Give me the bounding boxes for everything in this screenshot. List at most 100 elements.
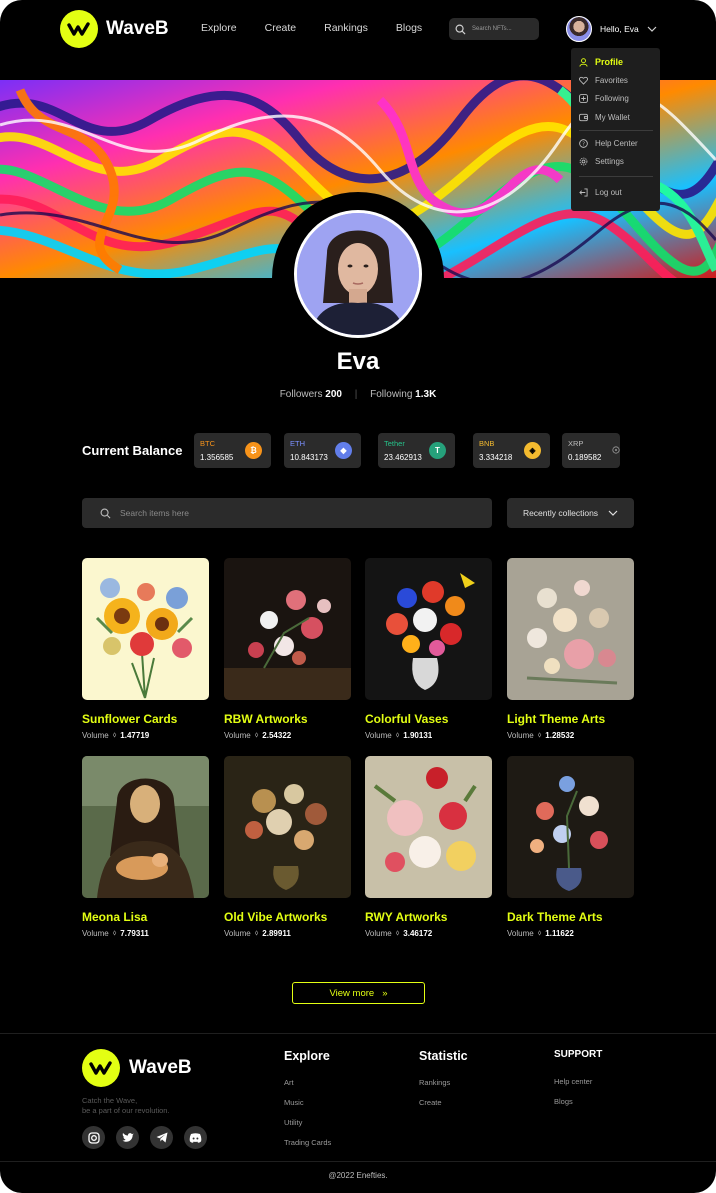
discord-icon[interactable] bbox=[184, 1126, 207, 1149]
nav-item-explore[interactable]: Explore bbox=[201, 22, 237, 34]
volume-value: 1.28532 bbox=[545, 730, 575, 740]
menu-divider bbox=[579, 176, 653, 177]
collection-card[interactable]: Colorful Vases Volume ⬨ 1.90131 bbox=[365, 558, 492, 740]
nft-search-input[interactable]: Search NFTs... bbox=[449, 18, 539, 40]
volume-label: Volume bbox=[507, 730, 534, 740]
volume-label: Volume bbox=[365, 730, 392, 740]
menu-item-help-center[interactable]: ? Help Center bbox=[579, 139, 638, 148]
nav-item-blogs[interactable]: Blogs bbox=[396, 22, 422, 34]
collection-card[interactable]: Old Vibe Artworks Volume ⬨ 2.89911 bbox=[224, 756, 351, 938]
coin-card-btc[interactable]: BTC 1.356585 ₿ bbox=[194, 433, 271, 468]
footer-link-trading-cards[interactable]: Trading Cards bbox=[284, 1138, 331, 1147]
profile-name: Eva bbox=[336, 348, 380, 375]
wallet-icon bbox=[579, 113, 588, 122]
volume-value: 3.46172 bbox=[403, 928, 433, 938]
coin-name: BTC bbox=[200, 439, 215, 448]
nav-item-rankings[interactable]: Rankings bbox=[324, 22, 368, 34]
collection-image-old-vibe bbox=[224, 756, 351, 898]
footer-link-music[interactable]: Music bbox=[284, 1098, 331, 1107]
collection-title: RBW Artworks bbox=[224, 712, 308, 726]
menu-item-favorites[interactable]: Favorites bbox=[579, 76, 628, 85]
bitcoin-icon: ₿ bbox=[245, 442, 262, 459]
ethereum-icon: ⬨ bbox=[537, 928, 542, 937]
view-more-label: View more bbox=[329, 987, 375, 999]
collection-card[interactable]: Meona Lisa Volume ⬨ 7.79311 bbox=[82, 756, 209, 938]
page: WaveB Explore Create Rankings Blogs Sear… bbox=[0, 0, 716, 1193]
menu-item-following[interactable]: Following bbox=[579, 94, 629, 103]
logout-icon bbox=[579, 188, 588, 197]
chevron-down-icon bbox=[647, 26, 657, 32]
coin-value: 23.462913 bbox=[384, 453, 422, 462]
nav-item-create[interactable]: Create bbox=[265, 22, 297, 34]
collection-title: RWY Artworks bbox=[365, 910, 448, 924]
footer-link-art[interactable]: Art bbox=[284, 1078, 331, 1087]
profile-avatar bbox=[294, 210, 422, 338]
footer-link-create[interactable]: Create bbox=[419, 1098, 468, 1107]
wave-logo-icon bbox=[82, 1049, 120, 1087]
volume-value: 2.89911 bbox=[262, 928, 291, 938]
coin-value: 10.843173 bbox=[290, 453, 328, 462]
menu-item-logout[interactable]: Log out bbox=[579, 188, 622, 197]
menu-item-wallet[interactable]: My Wallet bbox=[579, 113, 630, 122]
sort-label: Recently collections bbox=[522, 508, 599, 518]
gear-icon bbox=[579, 157, 588, 166]
bnb-icon: ◈ bbox=[524, 442, 541, 459]
tagline-line-2: be a part of our revolution. bbox=[82, 1106, 170, 1115]
items-search-input[interactable]: Search items here bbox=[82, 498, 492, 528]
volume-label: Volume bbox=[365, 928, 392, 938]
collection-title: Old Vibe Artworks bbox=[224, 910, 328, 924]
footer-logo[interactable]: WaveB bbox=[82, 1049, 192, 1087]
twitter-icon[interactable] bbox=[116, 1126, 139, 1149]
footer-link-blogs[interactable]: Blogs bbox=[554, 1097, 602, 1106]
double-chevron-right-icon: » bbox=[382, 987, 388, 999]
view-more-button[interactable]: View more » bbox=[292, 982, 425, 1004]
collection-image-dark-theme bbox=[507, 756, 634, 898]
collection-image-light-theme bbox=[507, 558, 634, 700]
coin-card-tether[interactable]: Tether 23.462913 T bbox=[378, 433, 455, 468]
collection-image-meona-lisa bbox=[82, 756, 209, 898]
coin-name: ETH bbox=[290, 439, 305, 448]
collection-image-vases bbox=[365, 558, 492, 700]
followers-count: 200 bbox=[325, 389, 342, 400]
collection-image-rwy bbox=[365, 756, 492, 898]
footer-link-rankings[interactable]: Rankings bbox=[419, 1078, 468, 1087]
collection-volume: Volume ⬨ 3.46172 bbox=[365, 928, 492, 938]
collection-card[interactable]: Dark Theme Arts Volume ⬨ 1.11622 bbox=[507, 756, 634, 938]
search-icon bbox=[100, 508, 111, 518]
menu-item-label: Following bbox=[595, 94, 629, 103]
items-search-placeholder: Search items here bbox=[120, 508, 189, 518]
xrp-icon bbox=[612, 446, 620, 454]
footer-bottom-divider bbox=[0, 1161, 716, 1162]
collection-card[interactable]: Sunflower Cards Volume ⬨ 1.47719 bbox=[82, 558, 209, 740]
tether-icon: T bbox=[429, 442, 446, 459]
coin-value: 0.189582 bbox=[568, 453, 602, 462]
collection-image-sunflower bbox=[82, 558, 209, 700]
collection-card[interactable]: Light Theme Arts Volume ⬨ 1.28532 bbox=[507, 558, 634, 740]
collection-card[interactable]: RWY Artworks Volume ⬨ 3.46172 bbox=[365, 756, 492, 938]
collection-title: Meona Lisa bbox=[82, 910, 148, 924]
collection-card[interactable]: RBW Artworks Volume ⬨ 2.54322 bbox=[224, 558, 351, 740]
coin-card-bnb[interactable]: BNB 3.334218 ◈ bbox=[473, 433, 550, 468]
menu-item-label: Settings bbox=[595, 157, 624, 166]
coin-card-eth[interactable]: ETH 10.843173 ◆ bbox=[284, 433, 361, 468]
menu-item-settings[interactable]: Settings bbox=[579, 157, 624, 166]
telegram-icon[interactable] bbox=[150, 1126, 173, 1149]
volume-value: 1.47719 bbox=[120, 730, 150, 740]
user-dropdown-menu: Profile Favorites Following My Wallet ? … bbox=[571, 48, 660, 211]
footer-link-utility[interactable]: Utility bbox=[284, 1118, 331, 1127]
menu-item-profile[interactable]: Profile bbox=[579, 57, 623, 67]
followers-label: Followers bbox=[279, 389, 323, 400]
instagram-icon[interactable] bbox=[82, 1126, 105, 1149]
footer-link-help-center[interactable]: Help center bbox=[554, 1077, 602, 1086]
brand-logo[interactable]: WaveB bbox=[60, 10, 169, 48]
sort-dropdown[interactable]: Recently collections bbox=[507, 498, 634, 528]
ethereum-icon: ⬨ bbox=[395, 928, 400, 937]
user-menu-toggle[interactable]: Hello, Eva bbox=[566, 16, 657, 42]
wave-logo-icon bbox=[60, 10, 98, 48]
ethereum-icon: ◆ bbox=[335, 442, 352, 459]
collection-volume: Volume ⬨ 1.11622 bbox=[507, 928, 634, 938]
coin-name: BNB bbox=[479, 439, 495, 448]
following-label: Following bbox=[370, 389, 413, 400]
menu-item-label: My Wallet bbox=[595, 113, 630, 122]
volume-value: 1.11622 bbox=[545, 928, 574, 938]
